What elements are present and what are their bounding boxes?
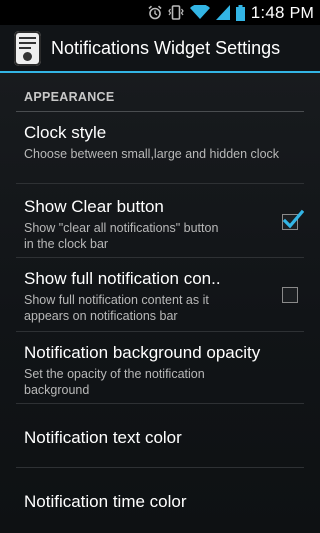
- page-title: Notifications Widget Settings: [51, 37, 281, 58]
- pref-show-full-notification-content[interactable]: Show full notification con.. Show full n…: [16, 258, 304, 332]
- settings-screen: 1:48 PM Notifications Widget Settings AP…: [0, 0, 320, 533]
- wifi-icon: [189, 5, 210, 20]
- pref-notification-background-opacity[interactable]: Notification background opacity Set the …: [16, 332, 304, 404]
- pref-title: Show Clear button: [24, 197, 164, 216]
- notification-widget-app-icon[interactable]: [14, 30, 41, 66]
- status-bar: 1:48 PM: [0, 0, 320, 25]
- show-clear-button-checkbox[interactable]: [282, 209, 304, 230]
- pref-summary: Set the opacity of the notification back…: [24, 367, 205, 397]
- pref-notification-time-color[interactable]: Notification time color: [16, 468, 304, 533]
- show-full-notification-content-checkbox[interactable]: [282, 287, 298, 303]
- signal-icon: [215, 5, 230, 20]
- pref-notification-text-color[interactable]: Notification text color: [16, 404, 304, 468]
- category-header-appearance: APPEARANCE: [16, 82, 304, 112]
- pref-show-clear-button[interactable]: Show Clear button Show "clear all notifi…: [16, 184, 304, 258]
- pref-title: Clock style: [24, 123, 107, 142]
- pref-title: Notification time color: [24, 492, 187, 511]
- pref-summary: Show "clear all notifications" button in…: [24, 221, 219, 251]
- pref-title: Notification text color: [24, 428, 182, 447]
- alarm-icon: [148, 5, 162, 20]
- status-time: 1:48 PM: [250, 2, 314, 22]
- vibrate-icon: [168, 5, 184, 20]
- pref-title: Show full notification con..: [24, 269, 221, 288]
- category-label: APPEARANCE: [24, 89, 115, 104]
- battery-icon: [235, 4, 245, 21]
- pref-clock-style[interactable]: Clock style Choose between small,large a…: [16, 116, 304, 184]
- checkmark-icon: [282, 209, 304, 229]
- pref-title: Notification background opacity: [24, 343, 261, 362]
- action-bar: Notifications Widget Settings: [0, 25, 320, 73]
- pref-summary: Choose between small,large and hidden cl…: [24, 147, 280, 161]
- pref-summary: Show full notification content as it app…: [24, 293, 209, 323]
